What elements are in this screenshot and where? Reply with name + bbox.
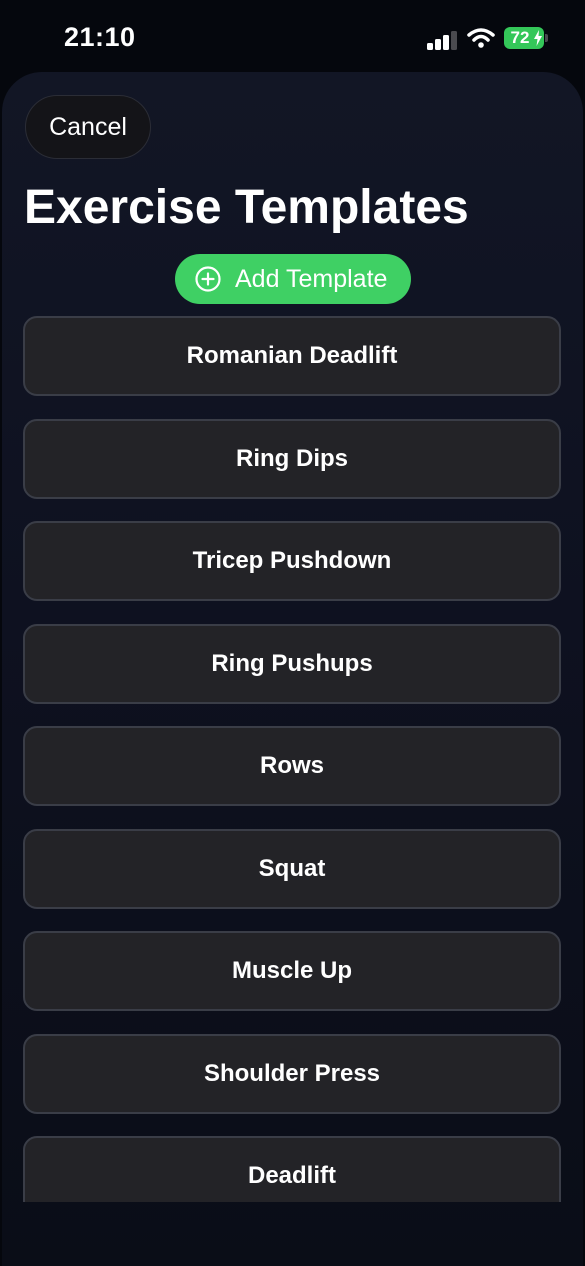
battery-cap (545, 34, 548, 42)
charging-bolt-icon (534, 30, 542, 46)
status-bar: 21:10 72 (0, 0, 585, 70)
template-item[interactable]: Romanian Deadlift (23, 316, 561, 396)
template-item[interactable]: Ring Pushups (23, 624, 561, 704)
page-title: Exercise Templates (24, 181, 469, 234)
battery-icon: 72 (504, 27, 544, 49)
template-item[interactable]: Rows (23, 726, 561, 806)
plus-circle-icon (195, 266, 221, 292)
template-item[interactable]: Shoulder Press (23, 1034, 561, 1114)
template-item[interactable]: Deadlift (23, 1136, 561, 1202)
template-item[interactable]: Ring Dips (23, 419, 561, 499)
template-item[interactable]: Tricep Pushdown (23, 521, 561, 601)
add-template-button[interactable]: Add Template (175, 254, 411, 304)
cellular-signal-icon (427, 28, 459, 50)
status-time: 21:10 (64, 22, 136, 52)
app-screen: 21:10 72 Cancel Exercise Templates Add T… (0, 0, 585, 1266)
battery-level: 72 (510, 28, 530, 47)
add-template-label: Add Template (235, 264, 388, 293)
template-list: Romanian Deadlift Ring Dips Tricep Pushd… (23, 316, 561, 1202)
template-item[interactable]: Squat (23, 829, 561, 909)
template-item[interactable]: Muscle Up (23, 931, 561, 1011)
modal-sheet: Cancel Exercise Templates Add Template R… (2, 72, 583, 1266)
cancel-button[interactable]: Cancel (25, 95, 151, 159)
wifi-icon (467, 28, 495, 48)
